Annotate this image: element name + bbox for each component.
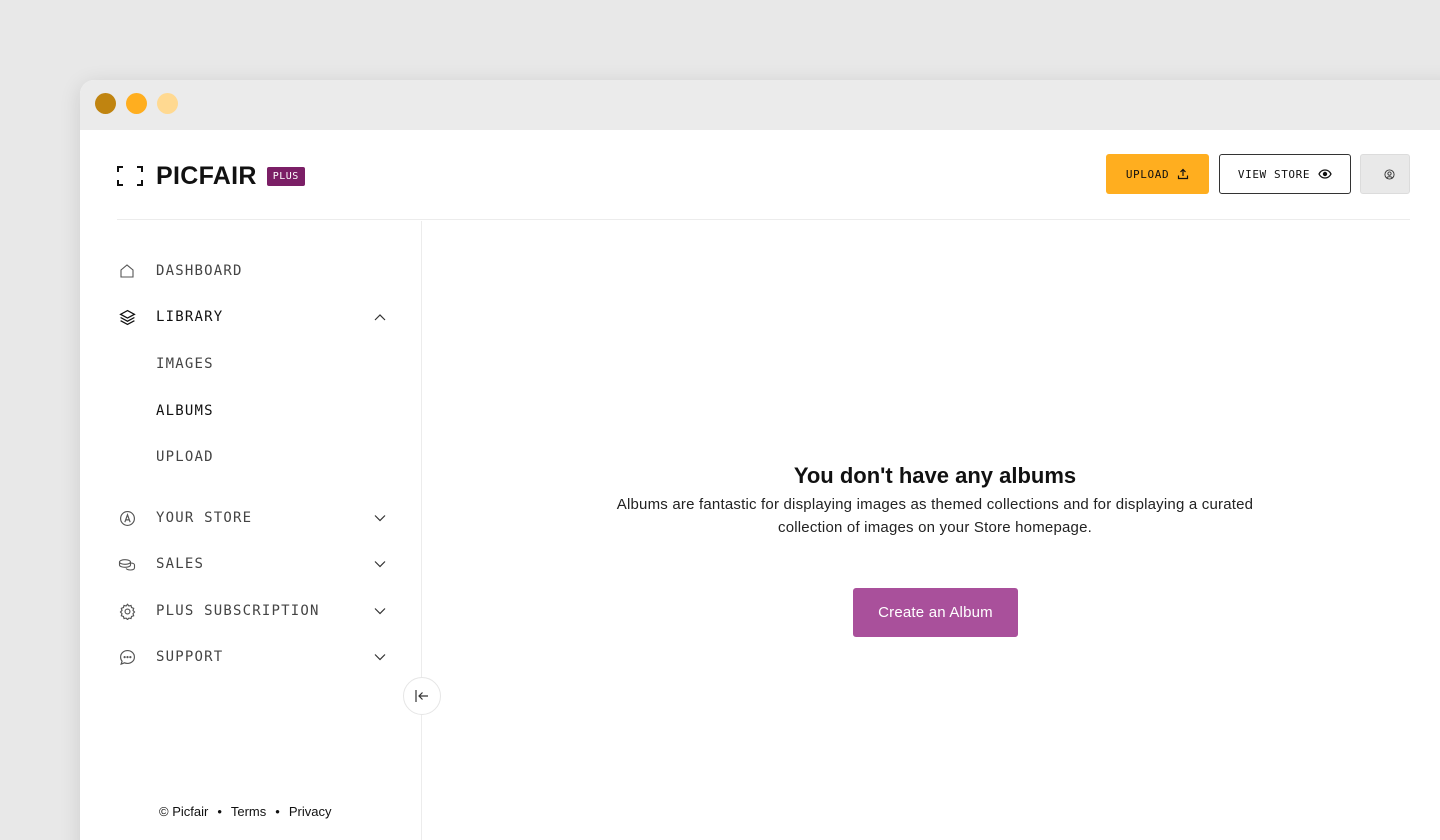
- sidebar-subitem-upload[interactable]: UPLOAD: [156, 444, 214, 470]
- sidebar-item-sales[interactable]: SALES: [117, 549, 387, 579]
- chevron-down-icon: [374, 515, 386, 522]
- copyright-text: © Picfair: [159, 804, 209, 819]
- sidebar: DASHBOARD LIBRARY IMAGES ALBUMS UPLOAD Y…: [117, 221, 422, 840]
- picfair-logo[interactable]: PICFAIR PLUS: [117, 162, 305, 190]
- chevron-down-icon: [374, 608, 386, 615]
- eye-icon: [1318, 169, 1332, 179]
- sidebar-subitem-images[interactable]: IMAGES: [156, 351, 214, 377]
- sidebar-subitem-albums[interactable]: ALBUMS: [156, 398, 214, 424]
- chat-icon: [117, 647, 137, 667]
- upload-icon: [1178, 168, 1189, 180]
- empty-state-title: You don't have any albums: [793, 463, 1077, 488]
- sidebar-item-dashboard[interactable]: DASHBOARD: [117, 256, 387, 286]
- frame-icon: [117, 166, 143, 186]
- footer-separator: •: [217, 804, 222, 819]
- plus-badge: PLUS: [266, 166, 305, 186]
- app-window: PICFAIR PLUS UPLOAD VIEW STORE DASHBOARD…: [80, 80, 1440, 840]
- user-icon: [1383, 168, 1395, 180]
- title-bar: [80, 80, 1440, 130]
- upload-button-label: UPLOAD: [1125, 167, 1170, 181]
- minimize-window-button[interactable]: [126, 93, 147, 114]
- chevron-down-icon: [374, 561, 386, 568]
- create-album-button[interactable]: Create an Album: [853, 588, 1018, 637]
- sidebar-item-label: SALES: [156, 556, 205, 572]
- header: PICFAIR PLUS UPLOAD VIEW STORE: [117, 130, 1410, 220]
- profile-button[interactable]: [1360, 154, 1410, 194]
- sidebar-item-label: LIBRARY: [156, 309, 224, 325]
- sidebar-subitem-label: IMAGES: [156, 356, 214, 372]
- layers-icon: [117, 307, 137, 327]
- sidebar-item-label: PLUS SUBSCRIPTION: [156, 603, 320, 619]
- footer-separator: •: [275, 804, 280, 819]
- gear-icon: [117, 601, 137, 621]
- upload-button[interactable]: UPLOAD: [1106, 154, 1209, 194]
- close-window-button[interactable]: [95, 93, 116, 114]
- main-content: You don't have any albums Albums are fan…: [423, 221, 1440, 840]
- empty-state-description: Albums are fantastic for displaying imag…: [616, 496, 1254, 536]
- sidebar-item-plus-subscription[interactable]: PLUS SUBSCRIPTION: [117, 596, 387, 626]
- sidebar-item-library[interactable]: LIBRARY: [117, 302, 387, 332]
- privacy-link[interactable]: Privacy: [289, 804, 332, 819]
- logo-text: PICFAIR: [156, 161, 257, 190]
- chevron-down-icon: [374, 654, 386, 661]
- sidebar-subitem-label: UPLOAD: [156, 449, 214, 465]
- sidebar-item-label: DASHBOARD: [156, 263, 243, 279]
- sidebar-footer: © Picfair • Terms • Privacy: [159, 804, 331, 819]
- store-icon: [117, 508, 137, 528]
- view-store-button[interactable]: VIEW STORE: [1219, 154, 1351, 194]
- sidebar-item-your-store[interactable]: YOUR STORE: [117, 503, 387, 533]
- view-store-button-label: VIEW STORE: [1237, 167, 1311, 181]
- maximize-window-button[interactable]: [157, 93, 178, 114]
- sidebar-subitem-label: ALBUMS: [156, 403, 214, 419]
- sidebar-item-label: YOUR STORE: [156, 510, 253, 526]
- sidebar-item-label: SUPPORT: [156, 649, 224, 665]
- sidebar-item-support[interactable]: SUPPORT: [117, 642, 387, 672]
- chevron-up-icon: [374, 314, 386, 321]
- home-icon: [117, 261, 137, 281]
- terms-link[interactable]: Terms: [231, 804, 266, 819]
- coins-icon: [117, 554, 137, 574]
